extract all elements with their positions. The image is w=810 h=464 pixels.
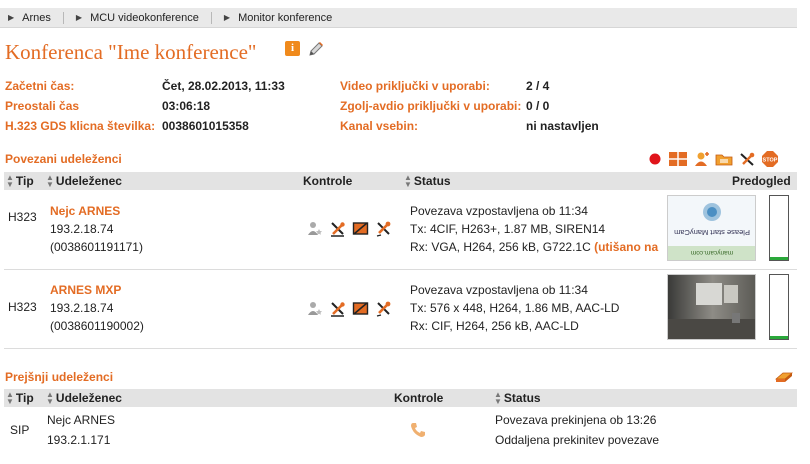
- col-type[interactable]: ▲ ▼ Tip: [6, 390, 34, 406]
- participant-status: Povezava prekinjena ob 13:26 Oddaljena p…: [495, 413, 660, 447]
- sort-icon: ▲ ▼: [6, 173, 14, 189]
- gds-number-label: H.323 GDS klicna številka:: [5, 119, 156, 133]
- participant-number: (0038601191171): [50, 240, 143, 254]
- participant-status: Povezava vzpostavljena ob 11:34 Tx: 4CIF…: [410, 204, 659, 254]
- mute-video-icon[interactable]: [352, 220, 369, 237]
- user-star-icon[interactable]: [306, 220, 323, 237]
- participant-type: SIP: [10, 423, 30, 437]
- breadcrumb-item-monitor[interactable]: ▶ Monitor konference: [224, 12, 332, 24]
- layout-grid-icon[interactable]: [669, 151, 687, 167]
- mute-video-icon[interactable]: [352, 300, 369, 317]
- participant-controls: [306, 220, 392, 237]
- start-time-label: Začetni čas:: [5, 79, 75, 93]
- sort-icon: ▲ ▼: [6, 390, 14, 406]
- participant-name-link[interactable]: Nejc ARNES: [50, 202, 143, 220]
- connected-section-title: Povezani udeleženci: [5, 152, 122, 166]
- participant-status: Povezava vzpostavljena ob 11:34 Tx: 576 …: [410, 283, 620, 333]
- audio-level-meter: [769, 274, 789, 340]
- triangle-right-icon: ▶: [223, 13, 231, 22]
- col-status[interactable]: ▲ ▼ Status: [404, 173, 451, 189]
- participant-name: Nejc ARNES: [47, 413, 116, 427]
- sort-icon: ▲ ▼: [46, 173, 54, 189]
- col-preview: Predogled: [732, 174, 791, 188]
- mute-audio-icon[interactable]: [329, 220, 346, 237]
- video-ports-label: Video priključki v uporabi:: [340, 79, 490, 93]
- sort-icon: ▲ ▼: [404, 173, 412, 189]
- participant-type: H323: [8, 300, 37, 314]
- content-channel-label: Kanal vsebin:: [340, 119, 419, 133]
- previous-section-title: Prejšnji udeleženci: [5, 370, 114, 384]
- add-participant-icon[interactable]: [692, 151, 710, 167]
- svg-text:Please start ManyCam: Please start ManyCam: [674, 228, 750, 237]
- triangle-right-icon: ▶: [8, 13, 15, 22]
- col-participant[interactable]: ▲ ▼ Udeleženec: [46, 390, 122, 406]
- triangle-right-icon: ▶: [75, 13, 83, 22]
- video-ports-value: 2 / 4: [526, 79, 550, 93]
- video-preview-thumbnail[interactable]: [667, 274, 756, 340]
- video-preview-thumbnail[interactable]: Please start ManyCam manycam.com: [667, 195, 756, 261]
- col-type[interactable]: ▲ ▼ Tip: [6, 173, 34, 189]
- col-status[interactable]: ▲ ▼ Status: [494, 390, 541, 406]
- remaining-time-label: Preostali čas: [5, 99, 80, 113]
- start-time-value: Čet, 28.02.2013, 11:33: [162, 79, 285, 93]
- gds-number-value: 0038601015358: [162, 119, 249, 133]
- conference-toolbar: STOP: [646, 151, 779, 167]
- content-channel-value: ni nastavljen: [526, 119, 599, 133]
- disconnect-icon[interactable]: [375, 220, 392, 237]
- audio-level-meter: [769, 195, 789, 261]
- user-star-icon[interactable]: [306, 300, 323, 317]
- row-divider: [4, 348, 797, 349]
- record-icon[interactable]: [646, 151, 664, 167]
- breadcrumb-item-arnes[interactable]: ▶ Arnes: [8, 11, 64, 24]
- previous-table-header: ▲ ▼ Tip ▲ ▼ Udeleženec Kontrole ▲ ▼ Status: [4, 389, 797, 407]
- col-participant[interactable]: ▲ ▼ Udeleženec: [46, 173, 122, 189]
- eraser-icon[interactable]: [774, 371, 794, 386]
- svg-text:STOP: STOP: [763, 158, 778, 164]
- stop-icon[interactable]: STOP: [761, 151, 779, 167]
- muted-note: (utišano na: [594, 240, 659, 254]
- participant-type: H323: [8, 210, 37, 224]
- breadcrumb: ▶ Arnes ▶ MCU videokonference ▶ Monitor kon…: [0, 8, 797, 28]
- sort-icon: ▲ ▼: [494, 390, 502, 406]
- info-icon[interactable]: i: [285, 41, 300, 56]
- disconnect-icon[interactable]: [375, 300, 392, 317]
- participant-details: Nejc ARNES 193.2.18.74 (0038601191171): [50, 202, 143, 256]
- participant-controls: [306, 300, 392, 317]
- participant-ip: 193.2.18.74: [50, 301, 114, 315]
- audio-ports-label: Zgolj-avdio priključki v uporabi:: [340, 99, 522, 113]
- connected-table-header: ▲ ▼ Tip ▲ ▼ Udeleženec Kontrole ▲ ▼ Status Pre…: [4, 172, 797, 190]
- participant-number: (0038601190002): [50, 319, 144, 333]
- sort-icon: ▲ ▼: [46, 390, 54, 406]
- col-controls: Kontrole: [303, 174, 353, 188]
- svg-text:manycam.com: manycam.com: [691, 249, 733, 256]
- folder-icon[interactable]: [715, 151, 733, 167]
- mute-all-icon[interactable]: [738, 151, 756, 167]
- participant-ip: 193.2.18.74: [50, 222, 114, 236]
- participant-details: Nejc ARNES 193.2.1.171: [47, 410, 115, 450]
- participant-name-link[interactable]: ARNES MXP: [50, 281, 144, 299]
- participant-details: ARNES MXP 193.2.18.74 (0038601190002): [50, 281, 144, 335]
- remaining-time-value: 03:06:18: [162, 99, 211, 113]
- phone-icon[interactable]: [410, 422, 426, 441]
- page-title: Konferenca "Ime konference": [5, 40, 257, 64]
- breadcrumb-item-mcu[interactable]: ▶ MCU videokonference: [75, 11, 212, 24]
- participant-ip: 193.2.1.171: [47, 433, 111, 447]
- pencil-icon[interactable]: [307, 40, 325, 58]
- col-controls: Kontrole: [394, 391, 444, 405]
- mute-audio-icon[interactable]: [329, 300, 346, 317]
- audio-ports-value: 0 / 0: [526, 99, 550, 113]
- row-divider: [4, 269, 797, 270]
